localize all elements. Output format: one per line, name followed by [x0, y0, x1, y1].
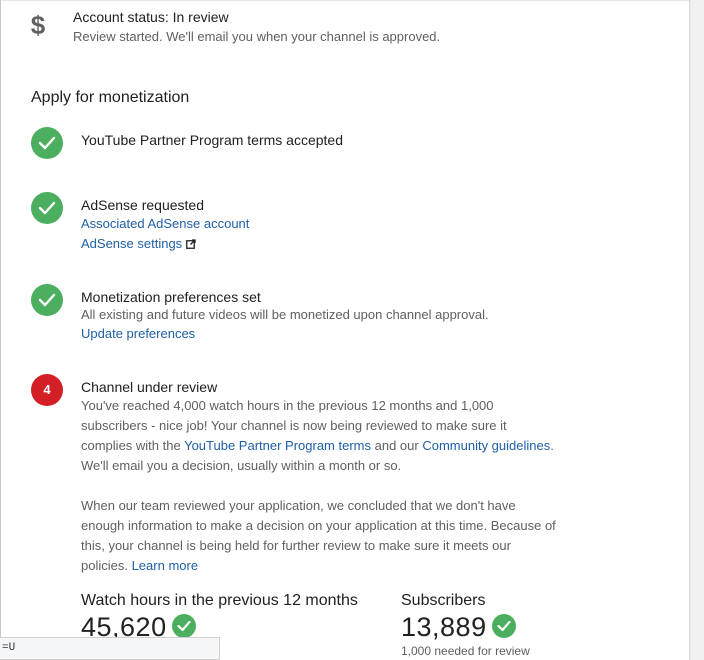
step-review-title: Channel under review	[81, 379, 218, 395]
update-preferences-link[interactable]: Update preferences	[81, 326, 195, 341]
step-preferences-title: Monetization preferences set	[81, 289, 261, 305]
top-divider	[0, 0, 704, 1]
step-terms-title: YouTube Partner Program terms accepted	[81, 132, 343, 148]
learn-more-link[interactable]: Learn more	[132, 558, 198, 573]
step-preferences-text: All existing and future videos will be m…	[81, 307, 489, 322]
watch-hours-label: Watch hours in the previous 12 months	[81, 592, 358, 609]
step-adsense-title: AdSense requested	[81, 197, 204, 213]
check-circle-icon	[31, 284, 63, 316]
subscribers-label: Subscribers	[401, 592, 486, 609]
account-status-title: Account status: In review	[73, 9, 229, 25]
status-bar-url: =U	[0, 637, 220, 660]
adsense-settings-link-wrap[interactable]: AdSense settings	[81, 236, 196, 251]
external-link-icon	[186, 239, 196, 249]
account-status-subtitle: Review started. We'll email you when you…	[73, 29, 441, 44]
review-paragraph-2: When our team reviewed your application,…	[81, 496, 561, 576]
left-divider	[0, 0, 1, 660]
dollar-icon: $	[30, 10, 46, 40]
section-title: Apply for monetization	[31, 89, 190, 106]
associated-adsense-link[interactable]: Associated AdSense account	[81, 216, 249, 231]
ypp-terms-link[interactable]: YouTube Partner Program terms	[184, 438, 371, 453]
monetization-panel: $ Account status: In review Review start…	[0, 0, 704, 660]
review-text-b: and our	[371, 438, 423, 453]
check-circle-icon	[31, 192, 63, 224]
review-paragraph-1: You've reached 4,000 watch hours in the …	[81, 396, 561, 476]
subscribers-note: 1,000 needed for review	[401, 644, 530, 658]
subscribers-value: 13,889	[401, 612, 487, 642]
check-circle-icon	[492, 614, 516, 638]
check-circle-icon	[31, 127, 63, 159]
adsense-settings-link[interactable]: AdSense settings	[81, 236, 182, 251]
community-guidelines-link[interactable]: Community guidelines	[422, 438, 550, 453]
scrollbar[interactable]	[690, 0, 704, 660]
check-circle-icon	[172, 614, 196, 638]
step-number-badge: 4	[31, 374, 63, 406]
